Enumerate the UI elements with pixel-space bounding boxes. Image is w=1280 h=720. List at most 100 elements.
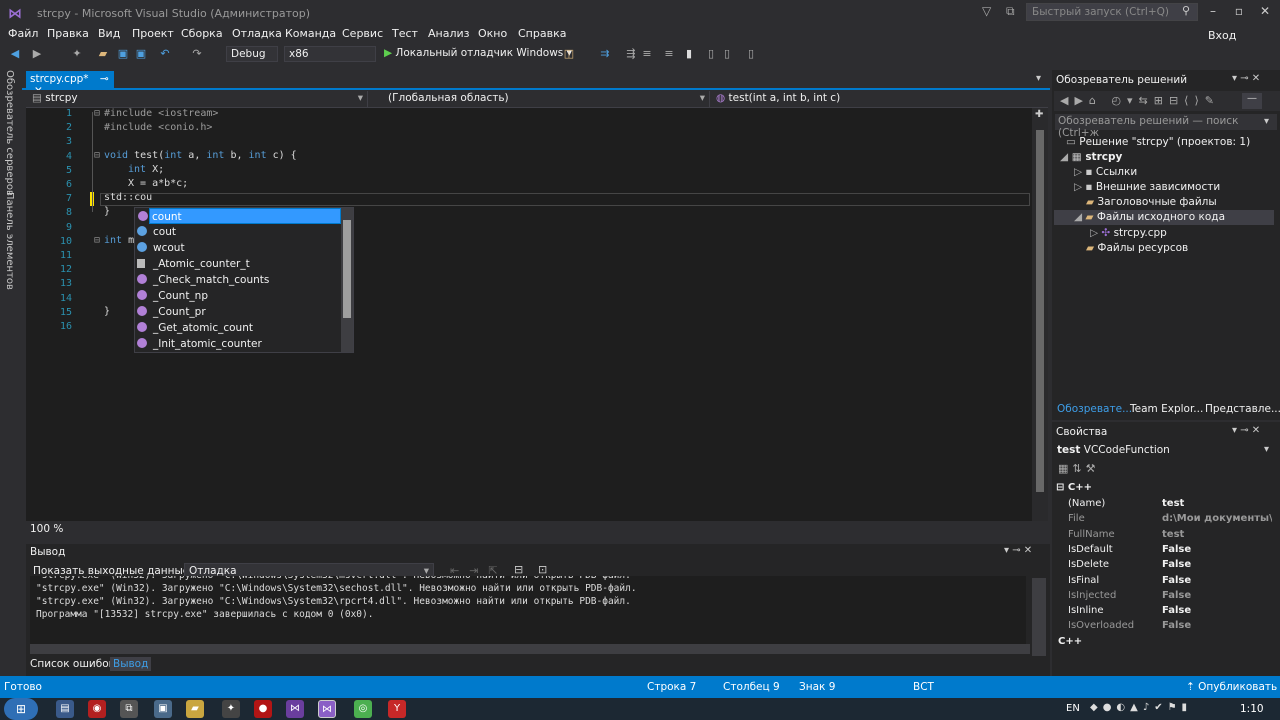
toolbox-tab[interactable]: Панель элементов	[4, 192, 15, 290]
menu-tools[interactable]: Сервис	[342, 27, 383, 40]
property-value[interactable]: False	[1162, 559, 1272, 570]
toolbar-icon-1[interactable]: ◫	[562, 47, 576, 61]
output-horizontal-scrollbar[interactable]	[30, 644, 1030, 654]
minimize-button[interactable]: –	[1202, 4, 1224, 20]
configuration-select[interactable]: Debug	[226, 46, 278, 62]
save-all-icon[interactable]: ▣	[134, 47, 148, 61]
toolbar-icon-2[interactable]: ⇉	[598, 47, 612, 61]
undo-icon[interactable]: ↶	[158, 47, 172, 61]
property-value[interactable]: False	[1162, 590, 1272, 601]
tree-solution[interactable]: ▭ Решение "strcpy" (проектов: 1)	[1066, 136, 1250, 148]
completion-item[interactable]: _Check_match_counts	[135, 272, 341, 288]
menu-team[interactable]: Команда	[285, 27, 336, 40]
completion-item[interactable]: _Get_atomic_count	[135, 320, 341, 336]
collapse-icon[interactable]: ⊟	[94, 150, 100, 161]
member-select[interactable]: ◍ test(int a, int b, int c)	[712, 91, 1038, 107]
search-icon[interactable]: ⚲	[1182, 4, 1190, 17]
sign-in-link[interactable]: Вход	[1208, 29, 1236, 42]
tab-team-explorer[interactable]: Team Explor...	[1130, 403, 1203, 415]
property-value[interactable]: test	[1162, 529, 1272, 540]
category-cpp[interactable]: ⊟ C++	[1056, 482, 1092, 493]
quick-launch-input[interactable]: Быстрый запуск (Ctrl+Q)	[1026, 3, 1198, 21]
taskbar-vs-icon[interactable]: ⋈	[286, 700, 304, 718]
property-value[interactable]: test	[1162, 498, 1272, 509]
tree-references[interactable]: ▷ ▪ Ссылки	[1074, 166, 1137, 178]
output-vertical-scrollbar[interactable]	[1032, 578, 1046, 656]
toolbar-icon-3[interactable]: ⇶	[624, 47, 638, 61]
tab-error-list[interactable]: Список ошибок	[30, 658, 115, 670]
start-debugging-button[interactable]: ▶ Локальный отладчик Windows ▾	[384, 47, 572, 59]
project-scope-select[interactable]: ▤ strcpy ▾	[28, 91, 368, 107]
completion-item[interactable]: _Atomic_counter_t	[135, 256, 341, 272]
close-button[interactable]: ✕	[1254, 4, 1276, 20]
tab-output[interactable]: Вывод	[110, 657, 152, 671]
word-wrap-icon[interactable]: ⊡	[538, 563, 547, 576]
tab-dropdown-icon[interactable]: ▾	[1036, 73, 1041, 84]
zoom-select[interactable]: 100 %	[30, 523, 63, 535]
solution-toolbar-icons[interactable]: ◀▶⌂ ◴▾⇆⊞⊟⟨⟩✎	[1060, 94, 1220, 107]
new-project-icon[interactable]: ✦	[70, 47, 84, 61]
taskbar-app-4-icon[interactable]: ▣	[154, 700, 172, 718]
panel-options-icon[interactable]: ▾ ⊸ ✕	[1232, 73, 1260, 84]
panel-options-icon[interactable]: ▾ ⊸ ✕	[1004, 545, 1032, 556]
completion-item[interactable]: _Count_pr	[135, 304, 341, 320]
tray-icons[interactable]: ◆●◐▲♪✔⚑▮	[1090, 702, 1192, 713]
menu-test[interactable]: Тест	[392, 27, 418, 40]
tree-header-files[interactable]: ▰ Заголовочные файлы	[1086, 196, 1217, 208]
taskbar-app-1-icon[interactable]: ▤	[56, 700, 74, 718]
feedback-icon[interactable]: ⧉	[1006, 4, 1015, 19]
taskbar-app-3-icon[interactable]: ⧉	[120, 700, 138, 718]
bookmark-prev-icon[interactable]: ▯	[704, 47, 718, 61]
properties-object-select[interactable]: test VCCodeFunction	[1057, 444, 1170, 456]
taskbar-app-2-icon[interactable]: ◉	[88, 700, 106, 718]
completion-item[interactable]: wcout	[135, 240, 341, 256]
property-value[interactable]: False	[1162, 605, 1272, 616]
menu-view[interactable]: Вид	[98, 27, 120, 40]
clear-all-icon[interactable]: ⊟	[514, 563, 523, 576]
save-icon[interactable]: ▣	[116, 47, 130, 61]
property-value[interactable]: False	[1162, 544, 1272, 555]
start-button-icon[interactable]: ⊞	[4, 698, 38, 720]
pin-icon[interactable]: ⊸	[100, 73, 109, 85]
menu-edit[interactable]: Правка	[47, 27, 89, 40]
forward-icon[interactable]: ▶	[30, 47, 44, 61]
completion-item[interactable]: count	[138, 208, 341, 224]
bookmark-icon[interactable]: ▮	[682, 47, 696, 61]
menu-file[interactable]: Файл	[8, 27, 38, 40]
maximize-button[interactable]: ▫	[1228, 4, 1250, 20]
property-value[interactable]: d:\Мои документы\	[1162, 513, 1272, 524]
output-text[interactable]: "strcpy.exe" (Win32). Загружено "C:\Wind…	[30, 576, 1026, 644]
redo-icon[interactable]: ↷	[190, 47, 204, 61]
menu-help[interactable]: Справка	[518, 27, 566, 40]
menu-window[interactable]: Окно	[478, 27, 507, 40]
server-explorer-tab[interactable]: Обозреватель серверов	[4, 70, 15, 196]
taskbar-vs-active-icon[interactable]: ⋈	[318, 700, 336, 718]
taskbar-app-6-icon[interactable]: ●	[254, 700, 272, 718]
taskbar-app-7-icon[interactable]: ◎	[354, 700, 372, 718]
completion-item[interactable]: cout	[135, 224, 341, 240]
completion-item[interactable]: _Init_atomic_counter	[135, 336, 341, 352]
search-dropdown-icon[interactable]: ▾	[1264, 116, 1269, 127]
tree-strcpy-cpp[interactable]: ▷ ✣ strcpy.cpp	[1090, 227, 1167, 239]
tab-class-view[interactable]: Представле...	[1205, 403, 1280, 415]
language-indicator[interactable]: EN	[1066, 703, 1080, 714]
menu-debug[interactable]: Отладка	[232, 27, 282, 40]
tab-solution-explorer[interactable]: Обозревате...	[1057, 403, 1132, 415]
notifications-flag-icon[interactable]: ▽	[982, 4, 991, 18]
property-value[interactable]: False	[1162, 620, 1272, 631]
solution-search-input[interactable]: Обозреватель решений — поиск (Ctrl+ж	[1055, 114, 1277, 139]
object-dropdown-icon[interactable]: ▾	[1264, 444, 1269, 455]
split-editor-icon[interactable]: ✚	[1035, 109, 1043, 120]
tree-source-files[interactable]: ◢ ▰ Файлы исходного кода	[1074, 211, 1225, 223]
taskbar-app-5-icon[interactable]: ✦	[222, 700, 240, 718]
outdent-icon[interactable]: ≡	[640, 47, 654, 61]
taskbar-explorer-icon[interactable]: ▰	[186, 700, 204, 718]
bookmark-clear-icon[interactable]: ▯	[744, 47, 758, 61]
tab-strcpy-cpp[interactable]: strcpy.cpp* ⊸ ✕	[26, 71, 114, 97]
menu-build[interactable]: Сборка	[181, 27, 223, 40]
back-icon[interactable]: ◀	[8, 47, 22, 61]
tree-external-deps[interactable]: ▷ ▪ Внешние зависимости	[1074, 181, 1220, 193]
panel-options-icon[interactable]: ▾ ⊸ ✕	[1232, 425, 1260, 436]
tree-resource-files[interactable]: ▰ Файлы ресурсов	[1086, 242, 1188, 254]
publish-button[interactable]: ⇡ Опубликовать	[1186, 681, 1277, 693]
